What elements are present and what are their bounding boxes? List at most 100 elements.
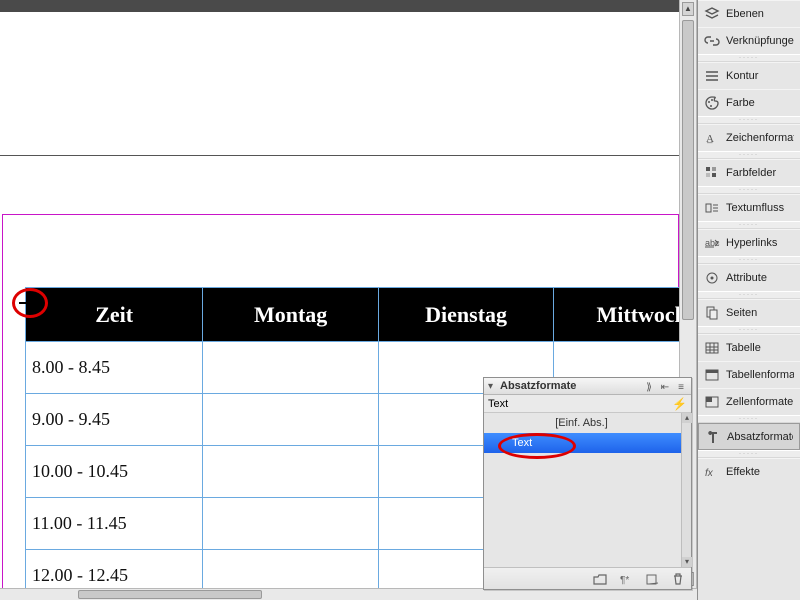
dock-gripper[interactable]: ····· <box>698 291 800 299</box>
character-styles-icon: A̲ <box>704 130 720 146</box>
panel-label: Zeichenformate <box>726 132 794 144</box>
panel-label: Ebenen <box>726 8 794 20</box>
attributes-icon <box>704 270 720 286</box>
panel-tab-farbfelder[interactable]: Farbfelder <box>698 159 800 186</box>
dock-gripper[interactable]: ····· <box>698 186 800 194</box>
cell[interactable] <box>203 342 379 394</box>
cell[interactable] <box>203 394 379 446</box>
layers-icon <box>704 6 720 22</box>
text-wrap-icon <box>704 200 720 216</box>
panel-label: Absatzformate <box>727 431 793 443</box>
panel-label: Farbe <box>726 97 794 109</box>
fx-icon: fx <box>704 464 720 480</box>
dock-gripper[interactable]: ····· <box>698 221 800 229</box>
clear-override-icon[interactable]: ¶* <box>619 572 633 586</box>
panel-tab-verknuepfungen[interactable]: Verknüpfungen <box>698 27 800 54</box>
paragraph-styles-icon <box>705 429 721 445</box>
table-header-row[interactable]: Zeit Montag Dienstag Mittwoch <box>26 288 680 342</box>
dock-gripper[interactable]: ····· <box>698 116 800 124</box>
applied-style-name: Text <box>488 398 508 410</box>
panel-tab-tabelle[interactable]: Tabelle <box>698 334 800 361</box>
time-cell[interactable]: 10.00 - 10.45 <box>26 446 203 498</box>
swatches-icon <box>704 165 720 181</box>
scroll-up-button[interactable]: ▲ <box>682 2 694 16</box>
panel-label: Zellenformate <box>726 396 794 408</box>
panel-label: Tabelle <box>726 342 794 354</box>
color-icon <box>704 95 720 111</box>
panel-label: Tabellenformate <box>726 369 794 381</box>
cell[interactable] <box>203 498 379 550</box>
panel-footer: ¶* <box>484 568 691 589</box>
col-header-mittwoch[interactable]: Mittwoch <box>554 288 679 342</box>
annotation-circle-style-text <box>498 433 576 459</box>
panel-label: Farbfelder <box>726 167 794 179</box>
vertical-scroll-thumb[interactable] <box>682 20 694 320</box>
dock-gripper[interactable]: ····· <box>698 415 800 423</box>
quick-apply-icon[interactable]: ⚡ <box>672 397 687 411</box>
panel-tab-tabellenformate[interactable]: Tabellenformate <box>698 361 800 388</box>
app-toolbar-background <box>0 0 697 12</box>
panel-label: Hyperlinks <box>726 237 794 249</box>
time-cell[interactable]: 12.00 - 12.45 <box>26 550 203 589</box>
time-cell[interactable]: 11.00 - 11.45 <box>26 498 203 550</box>
panel-tab-zeichenformate[interactable]: A̲ Zeichenformate <box>698 124 800 151</box>
panel-title: Absatzformate <box>500 380 576 392</box>
panel-tab-seiten[interactable]: Seiten <box>698 299 800 326</box>
col-header-zeit[interactable]: Zeit <box>26 288 203 342</box>
panel-dock: Ebenen Verknüpfungen ····· Kontur Farbe … <box>697 0 800 600</box>
panel-tab-textumfluss[interactable]: Textumfluss <box>698 194 800 221</box>
cell-styles-icon <box>704 394 720 410</box>
panel-scrollbar[interactable]: ▴ ▾ <box>681 413 691 567</box>
panel-dock-icon[interactable]: ⇤ <box>659 382 671 390</box>
panel-label: Verknüpfungen <box>726 35 794 47</box>
panel-label: Effekte <box>726 466 794 478</box>
svg-text:A̲: A̲ <box>706 133 714 145</box>
pages-icon <box>704 305 720 321</box>
time-cell[interactable]: 9.00 - 9.45 <box>26 394 203 446</box>
dock-gripper[interactable]: ····· <box>698 256 800 264</box>
panel-tab-effekte[interactable]: fx Effekte <box>698 458 800 485</box>
paragraph-styles-panel[interactable]: ▾ Absatzformate ⟫ ⇤ ≡ Text ⚡ [Einf. Abs.… <box>483 377 692 590</box>
col-header-dienstag[interactable]: Dienstag <box>378 288 554 342</box>
panel-scroll-down[interactable]: ▾ <box>682 557 692 567</box>
dock-gripper[interactable]: ····· <box>698 450 800 458</box>
links-icon <box>704 33 720 49</box>
dock-gripper[interactable]: ····· <box>698 54 800 62</box>
panel-collapse-toggle[interactable]: ▾ <box>488 381 498 392</box>
panel-label: Kontur <box>726 70 794 82</box>
style-basic-paragraph[interactable]: [Einf. Abs.] <box>484 413 691 433</box>
panel-cycle-icon[interactable]: ⟫ <box>643 382 655 390</box>
cell[interactable] <box>203 446 379 498</box>
panel-label: Attribute <box>726 272 794 284</box>
page-edge-rule <box>0 155 679 156</box>
panel-tab-hyperlinks[interactable]: abc Hyperlinks <box>698 229 800 256</box>
panel-tab-attribute[interactable]: Attribute <box>698 264 800 291</box>
table-icon <box>704 340 720 356</box>
panel-label: Seiten <box>726 307 794 319</box>
stroke-icon <box>704 68 720 84</box>
table-styles-icon <box>704 367 720 383</box>
dock-gripper[interactable]: ····· <box>698 151 800 159</box>
svg-text:¶*: ¶* <box>620 575 629 586</box>
col-header-montag[interactable]: Montag <box>203 288 379 342</box>
applied-style-row: Text ⚡ <box>484 395 691 413</box>
svg-text:fx: fx <box>705 468 714 479</box>
table-move-arrow-icon <box>18 296 40 310</box>
cell[interactable] <box>203 550 379 589</box>
panel-tab-farbe[interactable]: Farbe <box>698 89 800 116</box>
new-style-icon[interactable] <box>645 572 659 586</box>
panel-tab-ebenen[interactable]: Ebenen <box>698 0 800 27</box>
panel-tab-kontur[interactable]: Kontur <box>698 62 800 89</box>
panel-scroll-up[interactable]: ▴ <box>682 413 692 423</box>
panel-menu-icon[interactable]: ≡ <box>675 382 687 390</box>
panel-label: Textumfluss <box>726 202 794 214</box>
panel-tab-zellenformate[interactable]: Zellenformate <box>698 388 800 415</box>
trash-icon[interactable] <box>671 572 685 586</box>
hyperlink-icon: abc <box>704 235 720 251</box>
horizontal-scroll-thumb[interactable] <box>78 590 262 599</box>
panel-titlebar[interactable]: ▾ Absatzformate ⟫ ⇤ ≡ <box>484 378 691 395</box>
folder-icon[interactable] <box>593 572 607 586</box>
dock-gripper[interactable]: ····· <box>698 326 800 334</box>
time-cell[interactable]: 8.00 - 8.45 <box>26 342 203 394</box>
panel-tab-absatzformate[interactable]: Absatzformate <box>698 423 800 450</box>
